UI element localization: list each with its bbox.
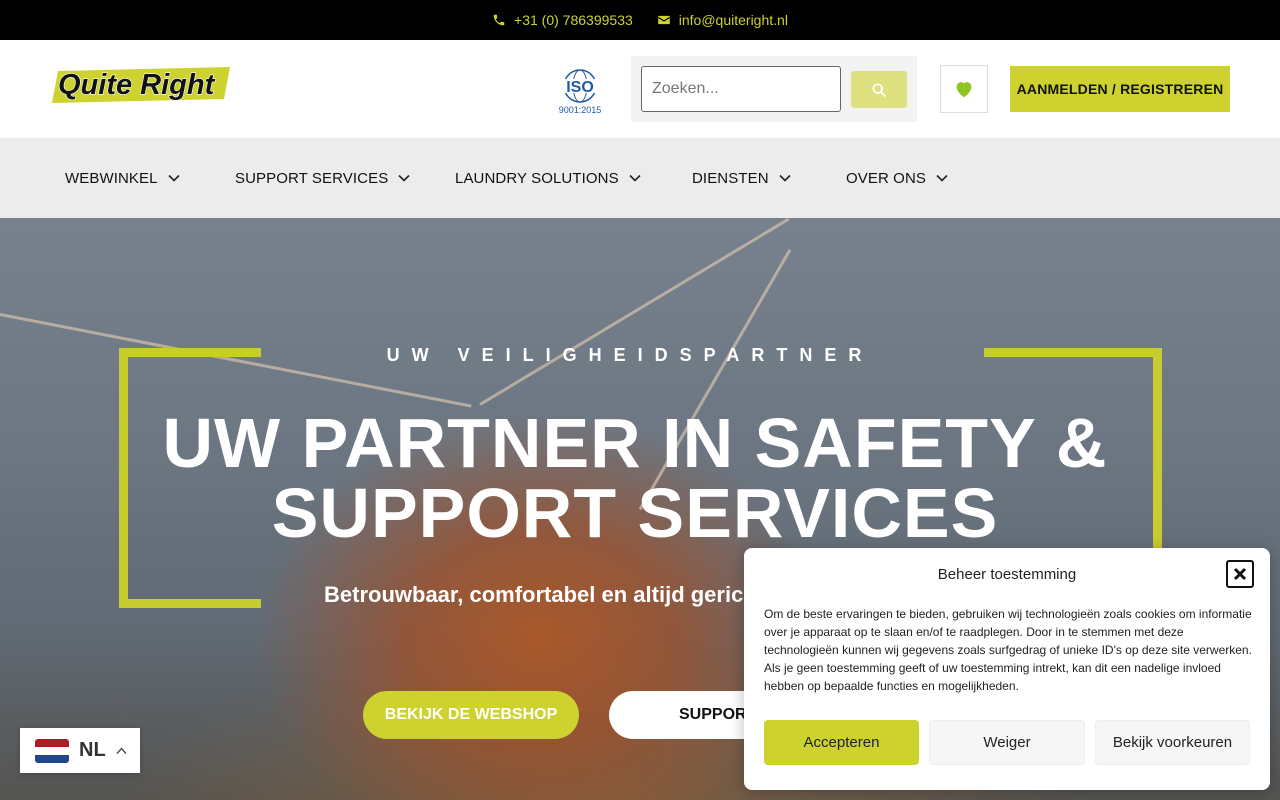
- cookie-consent-dialog: Beheer toestemming Om de beste ervaringe…: [744, 548, 1270, 790]
- hero-title-line-2: SUPPORT SERVICES: [271, 474, 999, 552]
- nav-item-support-services[interactable]: SUPPORT SERVICES: [235, 138, 410, 218]
- netherlands-flag-icon: [35, 738, 69, 763]
- iso-standard: 9001:2015: [559, 105, 602, 115]
- nav-item-webwinkel[interactable]: WEBWINKEL: [65, 138, 180, 218]
- site-header: Quite Right ISO 9001:2015 AANMELDEN / RE…: [0, 40, 1280, 138]
- chevron-down-icon: [629, 174, 641, 182]
- cookie-dialog-text: Om de beste ervaringen te bieden, gebrui…: [764, 607, 1252, 693]
- login-register-button[interactable]: AANMELDEN / REGISTREREN: [1010, 66, 1230, 112]
- logo-text: Quite Right: [58, 69, 216, 101]
- chevron-down-icon: [779, 174, 791, 182]
- wishlist-button[interactable]: [940, 65, 988, 113]
- search-icon: [872, 82, 886, 97]
- email-address: info@quiteright.nl: [678, 12, 788, 28]
- heart-icon: [956, 82, 972, 98]
- language-switcher[interactable]: NL: [20, 728, 140, 773]
- language-code: NL: [79, 739, 106, 761]
- accept-button[interactable]: Accepteren: [764, 720, 919, 765]
- chevron-down-icon: [168, 174, 180, 182]
- nav-label: DIENSTEN: [692, 169, 769, 187]
- hero-subtitle: Betrouwbaar, comfortabel en altijd geric: [324, 582, 744, 607]
- cookie-dialog-title: Beheer toestemming: [937, 566, 1077, 583]
- chevron-down-icon: [398, 174, 410, 182]
- top-contact-bar: +31 (0) 786399533 info@quiteright.nl: [0, 0, 1280, 40]
- nav-label: SUPPORT SERVICES: [235, 169, 389, 187]
- view-preferences-button[interactable]: Bekijk voorkeuren: [1095, 720, 1250, 765]
- chevron-down-icon: [936, 174, 948, 182]
- chevron-up-icon: [116, 746, 127, 754]
- search-form: [631, 56, 917, 122]
- deny-button[interactable]: Weiger: [929, 720, 1085, 765]
- nav-label: WEBWINKEL: [65, 169, 158, 187]
- nav-label: LAUNDRY SOLUTIONS: [455, 169, 619, 187]
- main-navigation: WEBWINKEL SUPPORT SERVICES LAUNDRY SOLUT…: [0, 138, 1280, 218]
- iso-certification-badge: ISO 9001:2015: [558, 69, 602, 115]
- nav-item-laundry-solutions[interactable]: LAUNDRY SOLUTIONS: [455, 138, 641, 218]
- search-button[interactable]: [851, 71, 907, 108]
- iso-label: ISO: [566, 79, 594, 96]
- phone-link[interactable]: +31 (0) 786399533: [492, 12, 633, 28]
- nav-label: OVER ONS: [846, 169, 926, 187]
- hero-title-line-1: UW PARTNER IN SAFETY &: [162, 404, 1108, 482]
- nav-item-over-ons[interactable]: OVER ONS: [846, 138, 948, 218]
- quite-right-logo[interactable]: Quite Right: [50, 65, 232, 105]
- nav-item-diensten[interactable]: DIENSTEN: [692, 138, 791, 218]
- hero-title: UW PARTNER IN SAFETY & SUPPORT SERVICES: [0, 408, 1270, 548]
- envelope-icon: [657, 15, 670, 25]
- search-input[interactable]: [641, 66, 841, 112]
- view-webshop-button[interactable]: BEKIJK DE WEBSHOP: [363, 691, 579, 739]
- phone-number: +31 (0) 786399533: [514, 12, 633, 28]
- close-button[interactable]: [1226, 560, 1254, 588]
- hero-kicker: UW VEILIGHEIDSPARTNER: [386, 345, 874, 365]
- close-icon: [1233, 567, 1247, 581]
- email-link[interactable]: info@quiteright.nl: [657, 12, 788, 28]
- phone-icon: [493, 14, 505, 26]
